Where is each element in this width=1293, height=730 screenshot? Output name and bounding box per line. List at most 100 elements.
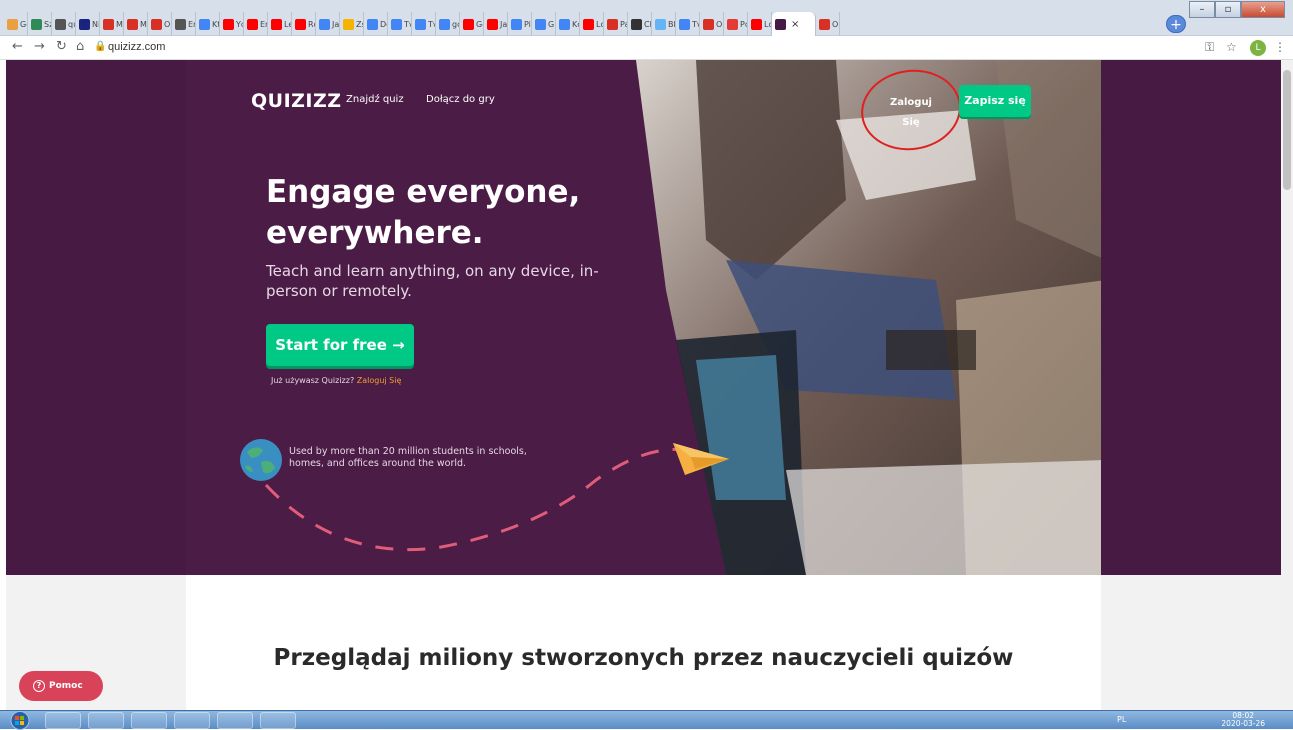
tab-19[interactable]: Gc [460, 12, 484, 36]
tab-favicon-icon [631, 18, 642, 30]
tab-21[interactable]: Pi [508, 12, 532, 36]
tab-favicon-icon [559, 18, 570, 30]
tab-label: En [260, 19, 267, 29]
tab-favicon-icon [607, 18, 618, 30]
quizizz-logo[interactable]: QUIZIZZ [251, 90, 342, 112]
tab-5[interactable]: M [124, 12, 148, 36]
tab-30[interactable]: Pc [724, 12, 748, 36]
tab-3[interactable]: Ni [76, 12, 100, 36]
language-indicator[interactable]: PL [1117, 715, 1126, 724]
taskbar-steam[interactable] [174, 712, 210, 729]
tab-favicon-icon [439, 18, 450, 30]
login-link[interactable]: Zaloguj Się [886, 93, 936, 133]
tab-label: Pa [620, 19, 627, 29]
scroll-thumb[interactable] [1283, 70, 1291, 190]
tab-20[interactable]: Jai [484, 12, 508, 36]
tab-31[interactable]: Lc [748, 12, 772, 36]
url-field[interactable]: quizizz.com [108, 41, 165, 53]
tab-label: Or [716, 19, 723, 29]
tab-label: Jai [500, 19, 508, 29]
tab-close-icon[interactable]: × [791, 19, 799, 30]
already-login-link[interactable]: Zaloguj Się [357, 376, 402, 385]
menu-icon[interactable]: ⋮ [1274, 40, 1286, 54]
tab-14[interactable]: Zs [340, 12, 364, 36]
tab-label: Sz [44, 19, 51, 29]
tab-17[interactable]: Tv [412, 12, 436, 36]
tab-after[interactable]: Or [816, 12, 840, 36]
clock-date: 2020-03-26 [1221, 719, 1265, 728]
page-viewport: QUIZIZZ Znajdź quiz Dołącz do gry Zalogu… [6, 60, 1281, 710]
tab-9[interactable]: Yc [220, 12, 244, 36]
key-icon[interactable]: ⚿ [1205, 40, 1214, 55]
tab-27[interactable]: Bl [652, 12, 676, 36]
star-icon[interactable]: ☆ [1226, 40, 1237, 54]
hero-content: QUIZIZZ Znajdź quiz Dołącz do gry Zalogu… [186, 60, 1101, 575]
tab-label: Tv [404, 19, 411, 29]
tab-favicon-icon [775, 18, 786, 30]
browse-section: Przeglądaj miliony stworzonych przez nau… [186, 575, 1101, 710]
tab-favicon-icon [703, 18, 714, 30]
close-window-button[interactable]: x [1241, 1, 1285, 18]
home-icon[interactable]: ⌂ [76, 39, 84, 54]
already-using-text: Już używasz Quizizz? Zaloguj Się [271, 376, 401, 385]
taskbar-explorer[interactable] [45, 712, 81, 729]
tab-12[interactable]: Rc [292, 12, 316, 36]
tab-16[interactable]: Tv [388, 12, 412, 36]
tab-2[interactable]: qu [52, 12, 76, 36]
tab-favicon-icon [247, 18, 258, 30]
tab-23[interactable]: Kc [556, 12, 580, 36]
start-orb-icon[interactable] [5, 711, 35, 730]
tab-28[interactable]: Tv [676, 12, 700, 36]
tab-favicon-icon [727, 18, 738, 30]
tab-favicon-icon [463, 18, 474, 30]
tab-favicon-icon [295, 18, 306, 30]
reload-icon[interactable]: ↻ [56, 39, 67, 54]
tab-favicon-icon [751, 18, 762, 30]
new-tab-button[interactable]: + [1166, 15, 1186, 33]
tab-label: Zs [356, 19, 363, 29]
tab-label: Rc [308, 19, 315, 29]
nav-find-quiz[interactable]: Znajdź quiz [346, 94, 404, 105]
tab-0[interactable]: Gc [4, 12, 28, 36]
windows-taskbar: PL 08:02 2020-03-26 [0, 710, 1293, 730]
tab-29[interactable]: Or [700, 12, 724, 36]
tab-label: Ni [92, 19, 100, 29]
taskbar-opera[interactable] [131, 712, 167, 729]
start-for-free-button[interactable]: Start for free → [266, 324, 414, 366]
tab-6[interactable]: Or [148, 12, 172, 36]
lock-icon[interactable]: 🔒 [94, 41, 106, 52]
tab-favicon-icon [55, 18, 66, 30]
tab-26[interactable]: Cl [628, 12, 652, 36]
taskbar-chrome[interactable] [88, 712, 124, 729]
tab-4[interactable]: M [100, 12, 124, 36]
taskbar-paint[interactable] [260, 712, 296, 729]
nav-join-game[interactable]: Dołącz do gry [426, 94, 495, 105]
tab-favicon-icon [655, 18, 666, 30]
tab-11[interactable]: Le [268, 12, 292, 36]
tab-label: G [548, 19, 555, 29]
tab-25[interactable]: Pa [604, 12, 628, 36]
tab-13[interactable]: Jai [316, 12, 340, 36]
page-scrollbar[interactable] [1281, 60, 1293, 710]
tab-22[interactable]: G [532, 12, 556, 36]
tab-active-quizizz[interactable]: × [772, 12, 816, 36]
tab-1[interactable]: Sz [28, 12, 52, 36]
tab-label: En [188, 19, 195, 29]
tab-10[interactable]: En [244, 12, 268, 36]
profile-avatar[interactable]: L [1250, 40, 1266, 56]
minimize-button[interactable]: – [1189, 1, 1215, 18]
tab-18[interactable]: gc [436, 12, 460, 36]
tab-label: Cl [644, 19, 652, 29]
tab-15[interactable]: Dc [364, 12, 388, 36]
back-icon[interactable]: ← [12, 39, 23, 54]
taskbar-clock[interactable]: 08:02 2020-03-26 [1221, 712, 1265, 728]
tab-8[interactable]: Kt [196, 12, 220, 36]
help-button[interactable]: ? Pomoc [19, 671, 103, 701]
tab-7[interactable]: En [172, 12, 196, 36]
tab-label: Or [164, 19, 171, 29]
taskbar-notepad[interactable] [217, 712, 253, 729]
tab-24[interactable]: Lc [580, 12, 604, 36]
forward-icon[interactable]: → [34, 39, 45, 54]
maximize-button[interactable]: ▫ [1215, 1, 1241, 18]
signup-button[interactable]: Zapisz się [959, 85, 1031, 117]
